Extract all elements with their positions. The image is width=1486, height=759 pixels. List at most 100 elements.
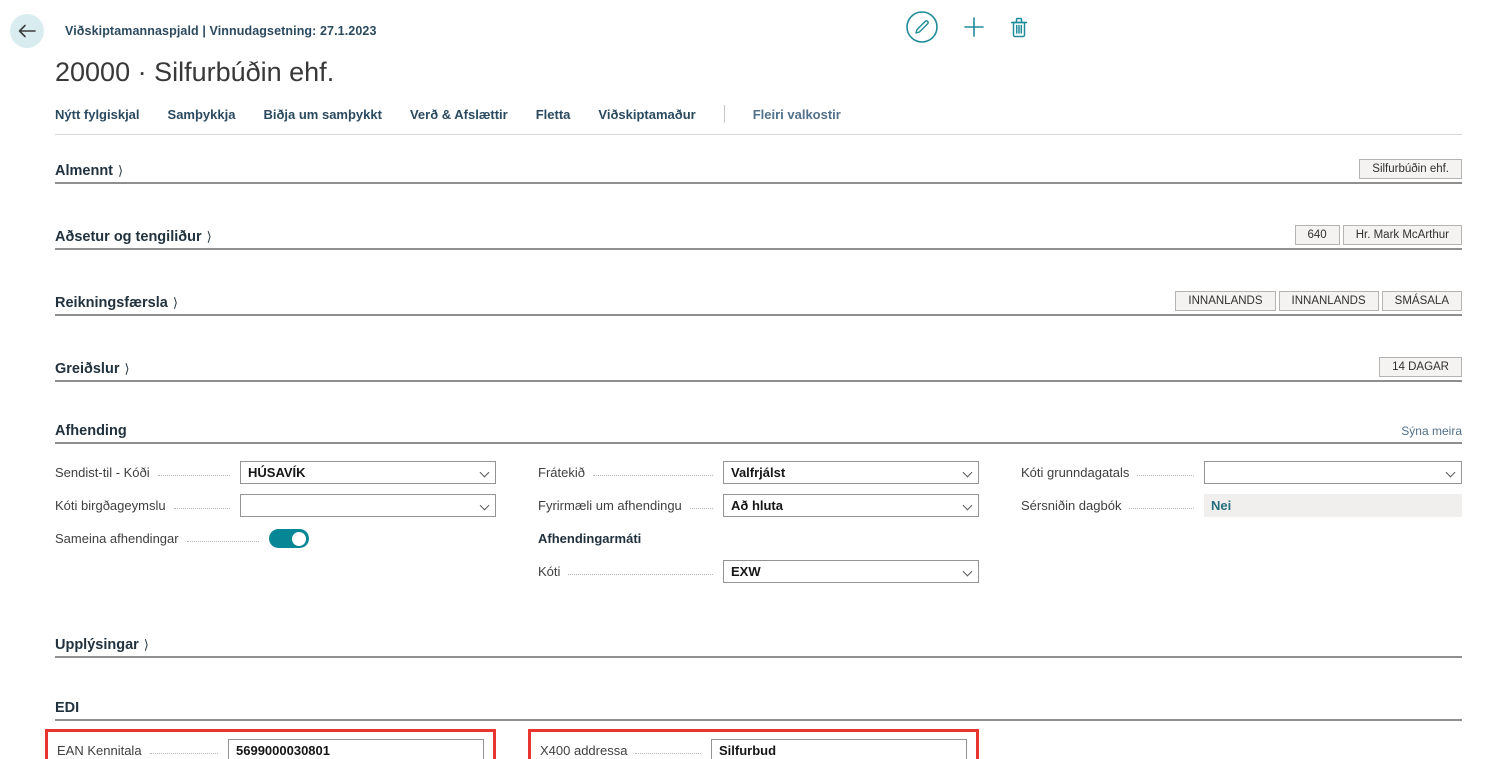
- top-bar: Viðskiptamannaspjald | Vinnudagsetning: …: [0, 14, 1462, 48]
- adsetur-summary-badge-contact[interactable]: Hr. Mark McArthur: [1343, 225, 1462, 245]
- menu-more-options[interactable]: Fleiri valkostir: [753, 107, 841, 122]
- field-koti: Kóti: [538, 560, 979, 583]
- show-more-link[interactable]: Sýna meira: [1401, 424, 1462, 439]
- x400-addressa-field[interactable]: [711, 739, 967, 759]
- reikningsfaersla-summary-badge-2[interactable]: INNANLANDS: [1279, 291, 1379, 311]
- dotted-leader: [635, 740, 701, 754]
- adsetur-summary-badge-postcode[interactable]: 640: [1295, 225, 1340, 245]
- pencil-icon: [905, 10, 939, 44]
- back-button[interactable]: [10, 14, 44, 48]
- reikningsfaersla-summary-badge-3[interactable]: SMÁSALA: [1382, 291, 1462, 311]
- menu-divider: [724, 105, 725, 123]
- field-label: Sameina afhendingar: [55, 531, 179, 546]
- section-greidslur-header[interactable]: Greiðslur⟩: [55, 361, 130, 377]
- menu-item-verd-afslaettir[interactable]: Verð & Afslættir: [410, 107, 508, 122]
- field-sersnidin-dagbok: Sérsniðin dagbók Nei: [1021, 494, 1462, 517]
- menu-item-samthykkja[interactable]: Samþykkja: [168, 107, 236, 122]
- koti-grunndagatals-combobox[interactable]: [1204, 461, 1462, 484]
- dotted-leader: [690, 495, 713, 509]
- sendist-til-kodi-input[interactable]: [240, 461, 496, 484]
- sersnidin-dagbok-value: Nei: [1204, 494, 1462, 517]
- delete-button[interactable]: [1009, 16, 1029, 38]
- field-label: Kóti grunndagatals: [1021, 465, 1129, 480]
- chevron-right-icon: ⟩: [173, 295, 178, 310]
- section-upplysingar: Upplýsingar⟩: [55, 637, 1462, 658]
- fyrirmaeli-combobox[interactable]: [723, 494, 979, 517]
- fyrirmaeli-input[interactable]: [723, 494, 979, 517]
- ean-kennitala-input[interactable]: [228, 739, 484, 759]
- section-afhending-header[interactable]: Afhending: [55, 423, 127, 439]
- fratekid-combobox[interactable]: [723, 461, 979, 484]
- field-sameina-afhendingar: Sameina afhendingar: [55, 527, 496, 550]
- dotted-leader: [1129, 495, 1194, 509]
- plus-icon: [963, 16, 985, 38]
- section-afhending: Afhending Sýna meira: [55, 423, 1462, 444]
- menu-item-nytt-fylgiskjal[interactable]: Nýtt fylgiskjal: [55, 107, 140, 122]
- section-greidslur: Greiðslur⟩ 14 DAGAR: [55, 357, 1462, 382]
- edit-button[interactable]: [905, 10, 939, 44]
- section-reikningsfaersla-header[interactable]: Reikningsfærsla⟩: [55, 295, 178, 311]
- field-label: Fyrirmæli um afhendingu: [538, 498, 682, 513]
- koti-combobox[interactable]: [723, 560, 979, 583]
- section-almennt-header[interactable]: Almennt⟩: [55, 163, 123, 179]
- section-adsetur-header[interactable]: Aðsetur og tengiliður⟩: [55, 229, 212, 245]
- koti-birgdageymslu-combobox[interactable]: [240, 494, 496, 517]
- koti-input[interactable]: [723, 560, 979, 583]
- field-label: EAN Kennitala: [57, 743, 142, 758]
- sendist-til-kodi-combobox[interactable]: [240, 461, 496, 484]
- x400-addressa-input[interactable]: [711, 739, 967, 759]
- field-label: X400 addressa: [540, 743, 627, 758]
- chevron-right-icon: ⟩: [207, 229, 212, 244]
- menu-item-fletta[interactable]: Fletta: [536, 107, 571, 122]
- chevron-right-icon: ⟩: [118, 163, 123, 178]
- field-koti-grunndagatals: Kóti grunndagatals: [1021, 461, 1462, 484]
- afhendingarmati-group-label: Afhendingarmáti: [538, 527, 979, 550]
- afhending-fields: Sendist-til - Kóði Kóti birgðageymslu Sa…: [55, 461, 1462, 593]
- toggle-knob: [292, 532, 306, 546]
- action-menu: Nýtt fylgiskjal Samþykkja Biðja um samþy…: [55, 105, 1462, 135]
- greidslur-summary-badge[interactable]: 14 DAGAR: [1379, 357, 1462, 377]
- dotted-leader: [593, 462, 713, 476]
- breadcrumb: Viðskiptamannaspjald | Vinnudagsetning: …: [65, 24, 377, 38]
- field-label: Sérsniðin dagbók: [1021, 498, 1121, 513]
- ean-kennitala-field[interactable]: [228, 739, 484, 759]
- koti-grunndagatals-input[interactable]: [1204, 461, 1462, 484]
- page-actions: [905, 10, 1029, 44]
- highlight-box-x400: X400 addressa: [528, 729, 979, 759]
- section-upplysingar-header[interactable]: Upplýsingar⟩: [55, 637, 149, 653]
- chevron-right-icon: ⟩: [124, 361, 129, 376]
- field-ean-kennitala: EAN Kennitala: [57, 739, 484, 759]
- trash-icon: [1009, 16, 1029, 38]
- new-button[interactable]: [963, 16, 985, 38]
- koti-birgdageymslu-input[interactable]: [240, 494, 496, 517]
- chevron-right-icon: ⟩: [144, 637, 149, 652]
- section-edi: EDI: [55, 700, 1462, 721]
- section-adsetur: Aðsetur og tengiliður⟩ 640 Hr. Mark McAr…: [55, 225, 1462, 250]
- field-label: Kóti: [538, 564, 560, 579]
- menu-item-bidja-um-samthykkt[interactable]: Biðja um samþykkt: [263, 107, 382, 122]
- dotted-leader: [1137, 462, 1194, 476]
- fratekid-input[interactable]: [723, 461, 979, 484]
- field-koti-birgdageymslu: Kóti birgðageymslu: [55, 494, 496, 517]
- dotted-leader: [174, 495, 230, 509]
- dotted-leader: [568, 561, 713, 575]
- reikningsfaersla-summary-badge-1[interactable]: INNANLANDS: [1175, 291, 1275, 311]
- section-almennt: Almennt⟩ Silfurbúðin ehf.: [55, 159, 1462, 184]
- field-label: Kóti birgðageymslu: [55, 498, 166, 513]
- dotted-leader: [150, 740, 218, 754]
- menu-item-vidskiptamadur[interactable]: Viðskiptamaður: [598, 107, 695, 122]
- dotted-leader: [158, 462, 230, 476]
- highlight-box-ean: EAN Kennitala: [45, 729, 496, 759]
- field-label: Frátekið: [538, 465, 585, 480]
- field-x400-addressa: X400 addressa: [540, 739, 967, 759]
- field-sendist-til-kodi: Sendist-til - Kóði: [55, 461, 496, 484]
- edi-fields: EAN Kennitala X400 addressa: [55, 739, 1462, 759]
- sameina-afhendingar-toggle[interactable]: [269, 529, 309, 548]
- customer-card-page: Viðskiptamannaspjald | Vinnudagsetning: …: [0, 0, 1486, 759]
- field-label: Sendist-til - Kóði: [55, 465, 150, 480]
- section-edi-header[interactable]: EDI: [55, 700, 79, 716]
- field-fyrirmaeli-um-afhendingu: Fyrirmæli um afhendingu: [538, 494, 979, 517]
- section-reikningsfaersla: Reikningsfærsla⟩ INNANLANDS INNANLANDS S…: [55, 291, 1462, 316]
- dotted-leader: [187, 528, 259, 542]
- almennt-summary-badge[interactable]: Silfurbúðin ehf.: [1359, 159, 1462, 179]
